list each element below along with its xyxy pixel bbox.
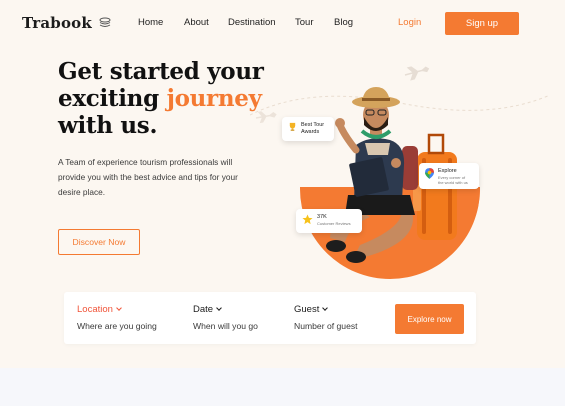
headline-line-2-text: exciting xyxy=(58,85,167,112)
chevron-down-icon xyxy=(216,305,222,311)
nav-blog[interactable]: Blog xyxy=(334,17,353,28)
date-label: Date xyxy=(193,304,214,315)
reviews-count: 37K xyxy=(317,214,327,220)
nav-destination[interactable]: Destination xyxy=(228,17,276,28)
logo-text: Trabook xyxy=(22,14,92,32)
guest-field[interactable]: Guest Number of guest xyxy=(294,304,358,331)
location-field[interactable]: Location Where are you going xyxy=(77,304,157,331)
hero-illustration: Best Tour Awards Explore Every corner of… xyxy=(250,55,550,290)
signup-button[interactable]: Sign up xyxy=(445,12,519,35)
location-dropdown[interactable]: Location xyxy=(77,304,157,315)
date-value: When will you go xyxy=(193,321,258,331)
date-field[interactable]: Date When will you go xyxy=(193,304,258,331)
trophy-icon xyxy=(289,122,296,131)
nav-home[interactable]: Home xyxy=(138,17,163,28)
chevron-down-icon xyxy=(116,305,122,311)
star-icon xyxy=(302,214,313,225)
location-value: Where are you going xyxy=(77,321,157,331)
hero-description: A Team of experience tourism professiona… xyxy=(58,157,238,197)
login-link[interactable]: Login xyxy=(398,17,421,28)
reviews-badge: 37K Customer Reviews xyxy=(296,209,362,233)
guest-label: Guest xyxy=(294,304,320,315)
explore-sub-line-2: the world with us xyxy=(438,180,468,185)
location-label: Location xyxy=(77,304,113,315)
page-bottom-band xyxy=(0,368,565,406)
map-pin-icon xyxy=(425,168,434,179)
award-title-line-1: Best Tour xyxy=(301,122,325,128)
award-badge: Best Tour Awards xyxy=(282,117,334,141)
search-bar: Location Where are you going Date When w… xyxy=(64,292,476,344)
airplane-icon xyxy=(404,66,430,81)
airplane-icon xyxy=(255,111,277,124)
award-badge-text: Best Tour Awards xyxy=(301,122,324,136)
reviews-badge-text: 37K Customer Reviews xyxy=(317,214,351,226)
logo[interactable]: Trabook xyxy=(22,14,112,32)
traveler-illustration xyxy=(250,66,550,279)
award-title-line-2: Awards xyxy=(301,129,320,135)
reviews-label: Customer Reviews xyxy=(317,221,351,226)
guest-dropdown[interactable]: Guest xyxy=(294,304,358,315)
explore-badge: Explore Every corner of the world with u… xyxy=(419,163,479,189)
explore-title: Explore xyxy=(438,168,457,174)
headline-accent: journey xyxy=(166,85,262,112)
chevron-down-icon xyxy=(322,305,329,311)
discover-now-button[interactable]: Discover Now xyxy=(58,229,140,255)
explore-badge-text: Explore Every corner of the world with u… xyxy=(438,168,468,185)
stack-icon xyxy=(99,17,111,27)
nav-tour[interactable]: Tour xyxy=(295,17,313,28)
explore-now-button[interactable]: Explore now xyxy=(395,304,464,334)
nav-about[interactable]: About xyxy=(184,17,209,28)
guest-value: Number of guest xyxy=(294,321,358,331)
date-dropdown[interactable]: Date xyxy=(193,304,258,315)
